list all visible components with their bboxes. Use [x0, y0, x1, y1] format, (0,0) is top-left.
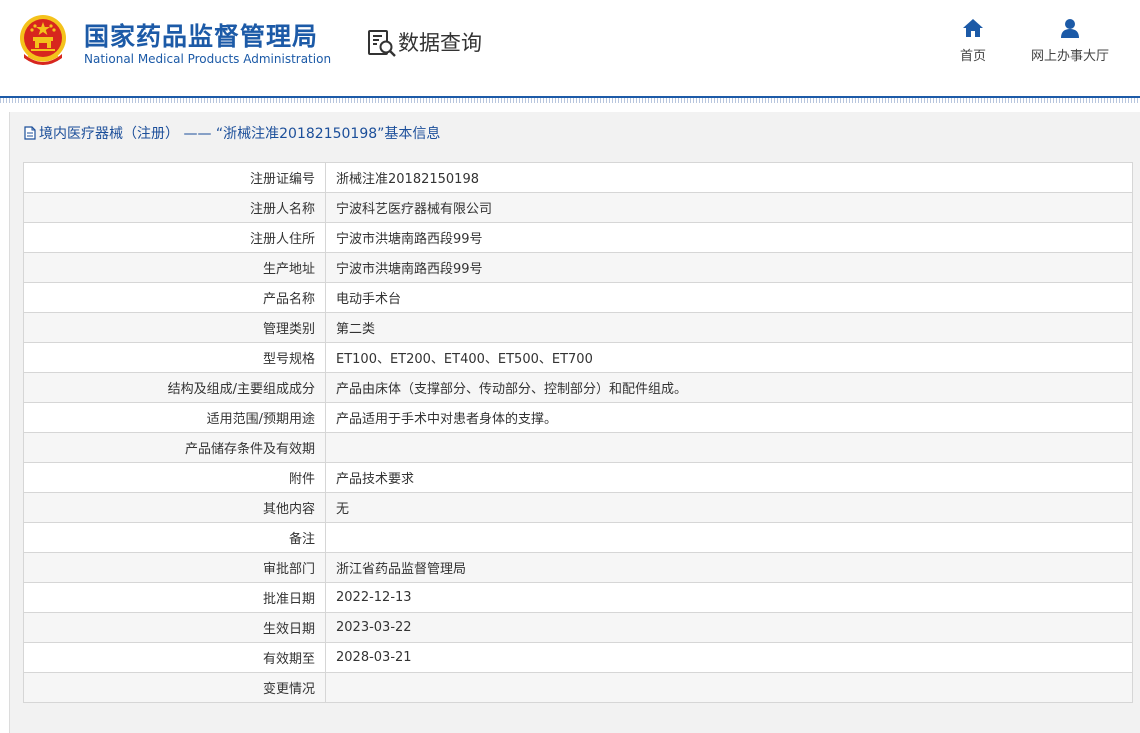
field-value: 浙械注准20182150198 [325, 162, 1133, 193]
table-row: 管理类别 第二类 [23, 312, 1133, 343]
field-label: 注册人名称 [23, 192, 326, 223]
table-row: 注册证编号 浙械注准20182150198 [23, 162, 1133, 193]
table-row: 附件 产品技术要求 [23, 462, 1133, 493]
national-emblem-icon [20, 15, 66, 65]
field-value: 无 [325, 492, 1133, 523]
field-label: 结构及组成/主要组成成分 [23, 372, 326, 403]
document-icon [24, 126, 36, 140]
table-row: 生产地址 宁波市洪塘南路西段99号 [23, 252, 1133, 283]
site-name-cn: 国家药品监督管理局 [84, 22, 319, 51]
field-value: 电动手术台 [325, 282, 1133, 313]
home-icon [963, 19, 983, 37]
table-row: 生效日期 2023-03-22 [23, 612, 1133, 643]
table-row: 审批部门 浙江省药品监督管理局 [23, 552, 1133, 583]
field-label: 注册人住所 [23, 222, 326, 253]
table-row: 其他内容无 [23, 492, 1133, 523]
nav-home-label: 首页 [959, 49, 986, 64]
field-value [325, 522, 1133, 553]
field-value: 宁波市洪塘南路西段99号 [325, 252, 1133, 283]
field-label: 注册证编号 [23, 162, 326, 193]
field-value: 宁波科艺医疗器械有限公司 [325, 192, 1133, 223]
table-row: 产品储存条件及有效期 [23, 432, 1133, 463]
field-value: 产品由床体（支撑部分、传动部分、控制部分）和配件组成。 [325, 372, 1133, 403]
field-value: 宁波市洪塘南路西段99号 [325, 222, 1133, 253]
field-label: 备注 [23, 522, 326, 553]
table-row: 有效期至 2028-03-21 [23, 642, 1133, 673]
field-label: 产品储存条件及有效期 [23, 432, 326, 463]
nav-online-service-link[interactable]: 网上办事大厅 [1022, 18, 1118, 64]
field-label: 型号规格 [23, 342, 326, 373]
data-query-title: 数据查询 [398, 31, 482, 55]
table-row: 注册人住所 宁波市洪塘南路西段99号 [23, 222, 1133, 253]
field-label: 生产地址 [23, 252, 326, 283]
field-value: ET100、ET200、ET400、ET500、ET700 [325, 342, 1133, 373]
table-row: 变更情况 [23, 672, 1133, 703]
nav-home-link[interactable]: 首页 [952, 18, 994, 64]
detail-panel: 境内医疗器械（注册） —— “浙械注准20182150198”基本信息 注册证编… [9, 112, 1140, 733]
field-label: 变更情况 [23, 672, 326, 703]
nav-online-service-label: 网上办事大厅 [1030, 49, 1109, 64]
header-divider-pattern [0, 98, 1140, 103]
field-value [325, 432, 1133, 463]
field-label: 生效日期 [23, 612, 326, 643]
field-label: 管理类别 [23, 312, 326, 343]
table-row: 备注 [23, 522, 1133, 553]
field-value: 产品技术要求 [325, 462, 1133, 493]
field-value: 2023-03-22 [325, 612, 1133, 643]
field-value: 第二类 [325, 312, 1133, 343]
field-label: 批准日期 [23, 582, 326, 613]
field-label: 附件 [23, 462, 326, 493]
field-value: 产品适用于手术中对患者身体的支撑。 [325, 402, 1133, 433]
field-label: 适用范围/预期用途 [23, 402, 326, 433]
field-label: 审批部门 [23, 552, 326, 583]
field-value: 2028-03-21 [325, 642, 1133, 673]
field-label: 有效期至 [23, 642, 326, 673]
user-icon [1061, 19, 1079, 38]
field-value [325, 672, 1133, 703]
table-row: 注册人名称 宁波科艺医疗器械有限公司 [23, 192, 1133, 223]
panel-title-text: 境内医疗器械（注册） —— “浙械注准20182150198”基本信息 [39, 126, 441, 142]
field-label: 其他内容 [23, 492, 326, 523]
data-query-icon [368, 30, 396, 57]
table-row: 型号规格 ET100、ET200、ET400、ET500、ET700 [23, 342, 1133, 373]
field-value: 浙江省药品监督管理局 [325, 552, 1133, 583]
detail-table: 注册证编号 浙械注准20182150198 注册人名称 宁波科艺医疗器械有限公司 注册人… [23, 162, 1133, 703]
field-label: 产品名称 [23, 282, 326, 313]
table-row: 产品名称 电动手术台 [23, 282, 1133, 313]
site-name-en: National Medical Products Administration [84, 52, 332, 66]
panel-title: 境内医疗器械（注册） —— “浙械注准20182150198”基本信息 [24, 123, 440, 143]
table-row: 批准日期 2022-12-13 [23, 582, 1133, 613]
table-row: 适用范围/预期用途 产品适用于手术中对患者身体的支撑。 [23, 402, 1133, 433]
table-row: 结构及组成/主要组成成分 产品由床体（支撑部分、传动部分、控制部分）和配件组成。 [23, 372, 1133, 403]
field-value: 2022-12-13 [325, 582, 1133, 613]
site-header: 国家药品监督管理局 National Medical Products Admi… [0, 0, 1140, 96]
